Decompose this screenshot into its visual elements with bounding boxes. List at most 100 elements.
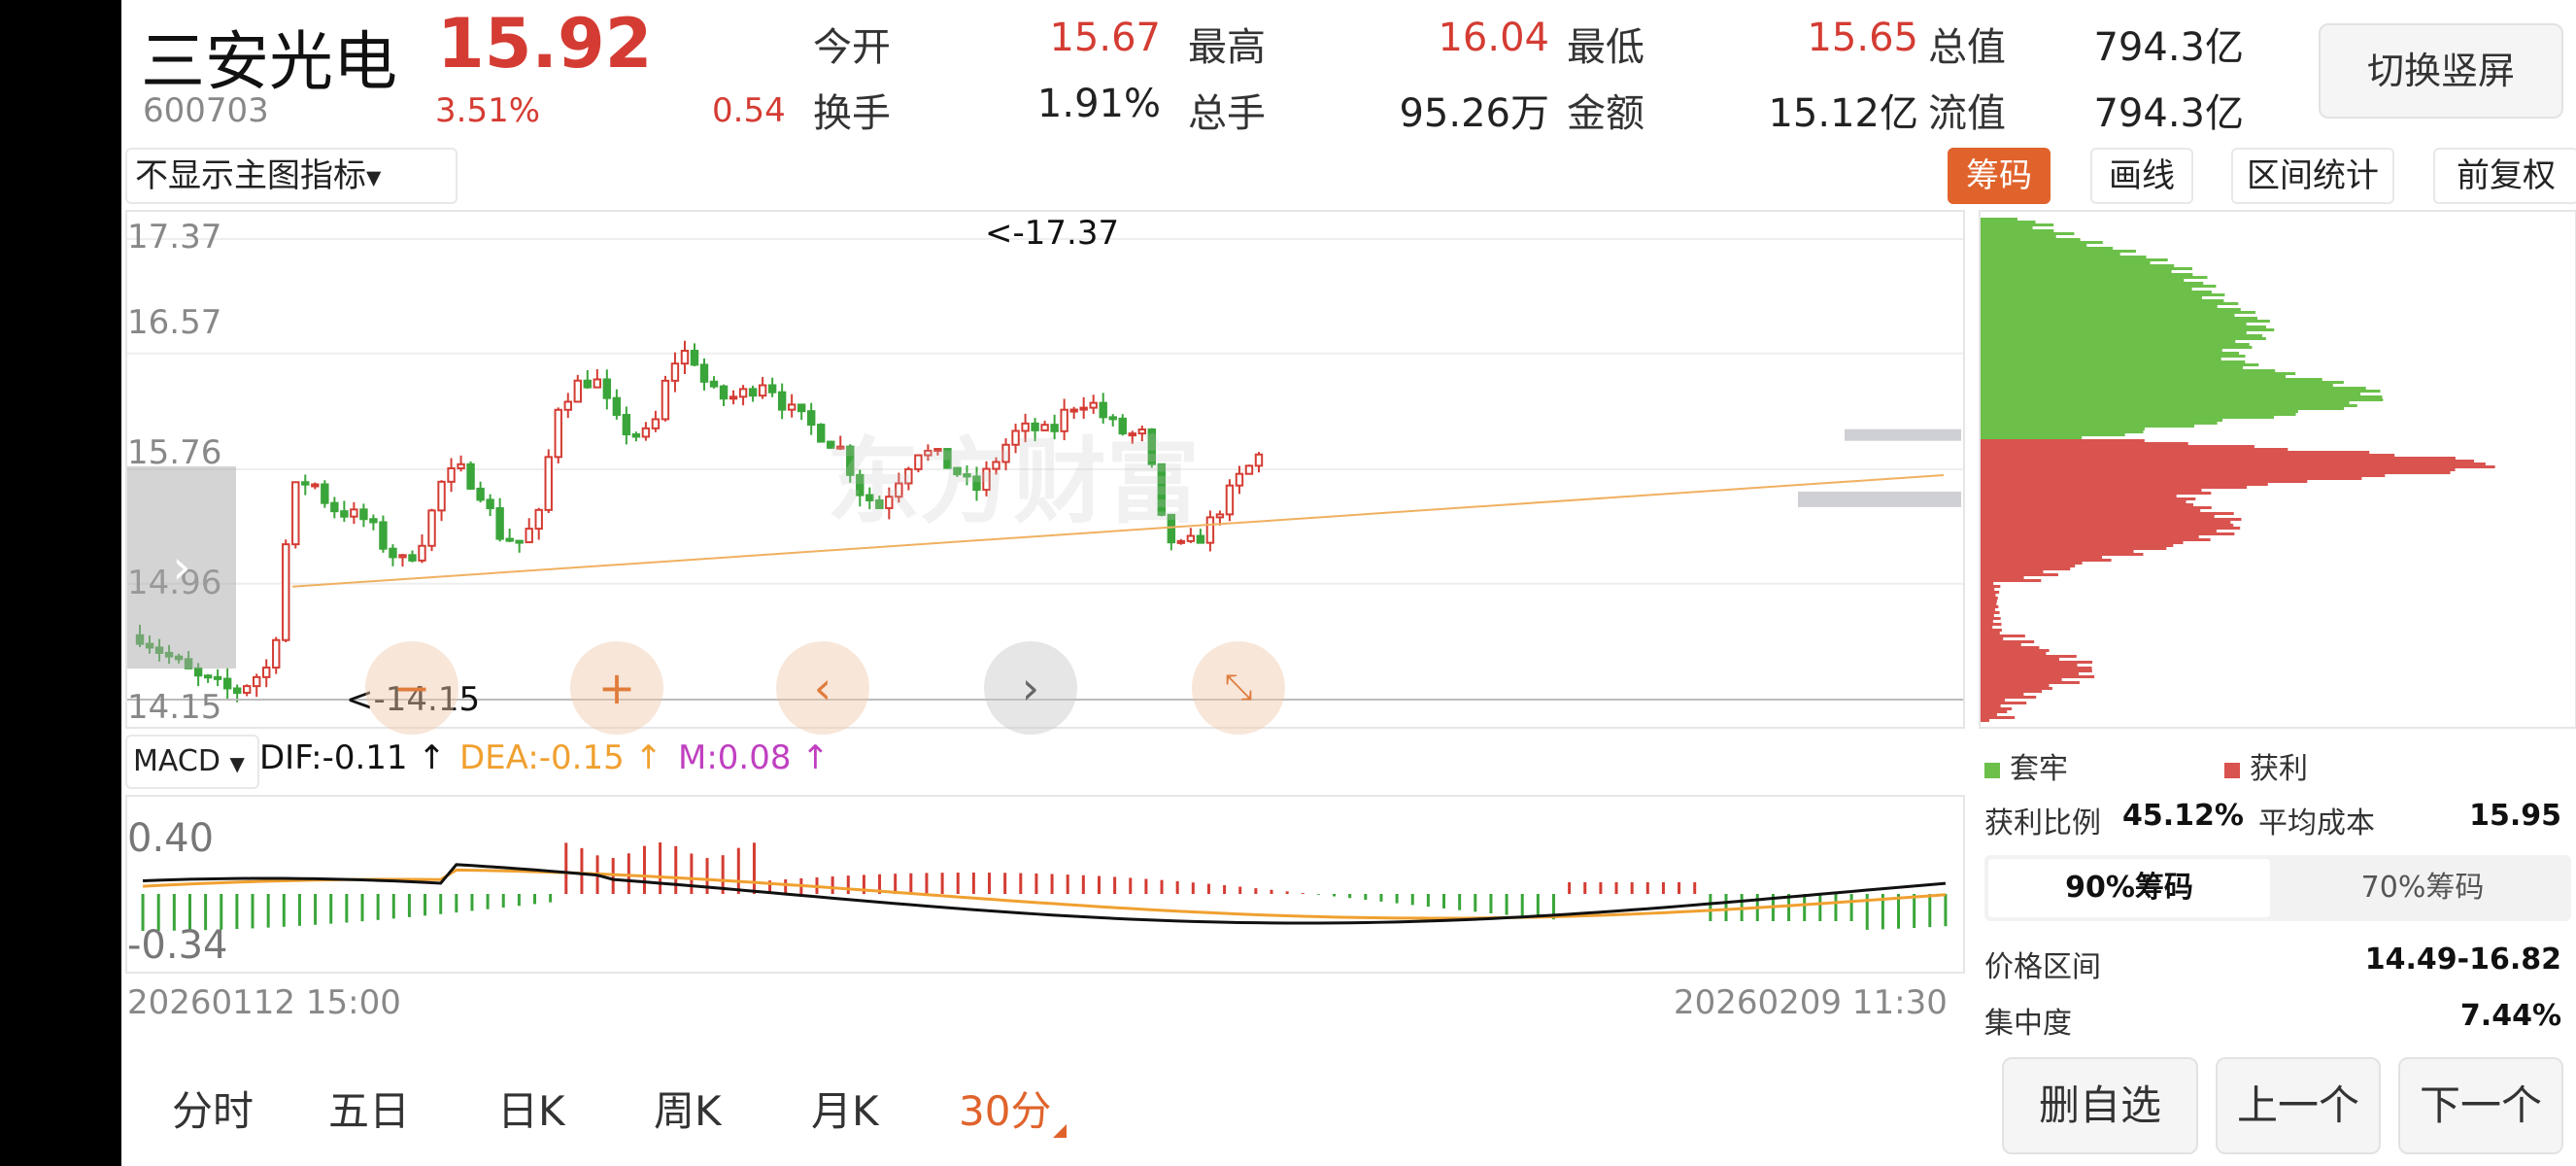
sub-indicator-label: MACD (133, 744, 220, 778)
candle-body (379, 521, 388, 550)
chip-bar-trapped (1981, 343, 2250, 346)
chip-bar-trapped (1981, 226, 2033, 229)
chip-bar-profit (1981, 696, 2037, 699)
shrink-icon: ⤡ (1224, 668, 1253, 707)
chip-bar-profit (1981, 454, 2395, 457)
candle-body (573, 379, 582, 403)
change-percent: 3.51% (435, 91, 541, 130)
next-stock-button[interactable]: 下一个 (2398, 1057, 2563, 1154)
candle-body (505, 537, 514, 542)
price-range-label: 价格区间 (1984, 950, 2101, 984)
chip-bar-profit (1981, 652, 2047, 655)
zoom-out-button[interactable]: − (365, 641, 458, 735)
chip-bar-profit (1981, 538, 2211, 541)
switch-portrait-button[interactable]: 切换竖屏 (2319, 23, 2563, 119)
chip-bar-profit (1981, 576, 2024, 579)
chip-bar-profit (1981, 623, 2002, 626)
candle-body (457, 463, 465, 469)
chip-bar-profit (1981, 515, 2215, 518)
chip-bar-trapped (1981, 369, 2276, 372)
chip-bar-profit (1981, 611, 2000, 614)
chip-bar-profit (1981, 687, 2052, 690)
stat-float-cap-label: 流值 (1928, 91, 2006, 136)
chip-bar-profit (1981, 489, 2202, 492)
chip-bar-trapped (1981, 387, 2366, 390)
chip-bar-trapped (1981, 291, 2212, 293)
tab-30min[interactable]: 30分 (959, 1079, 1068, 1138)
tab-daily-k[interactable]: 日K (497, 1079, 565, 1138)
candlestick-chart[interactable]: 东方财富 17.37 16.57 15.76 14.96 14.15 <-17.… (125, 210, 1965, 735)
chip-bar-profit (1981, 439, 2145, 442)
chip-bar-trapped (1981, 381, 2344, 384)
previous-stock-button[interactable]: 上一个 (2216, 1057, 2381, 1154)
chip-bar-trapped (1981, 229, 2054, 232)
chip-bar-trapped (1981, 311, 2255, 314)
macd-m-value: M:0.08 ↑ (678, 738, 830, 777)
chip-bar-trapped (1981, 235, 2056, 238)
chip-bar-profit (1981, 716, 2016, 719)
chip-bar-profit (1981, 605, 1999, 608)
candle-body (213, 675, 222, 680)
date-start: 20260112 15:00 (127, 983, 401, 1022)
candle-body (583, 379, 593, 389)
chip-bar-profit (1981, 600, 1997, 602)
chip-bar-profit (1981, 643, 2021, 646)
range-stats-button[interactable]: 区间统计 (2231, 148, 2394, 204)
tab-70-chips[interactable]: 70%筹码 (2282, 859, 2563, 917)
candle-body (563, 400, 572, 411)
chip-bar-profit (1981, 672, 2079, 675)
chip-bar-profit (1981, 559, 2112, 562)
main-indicator-select[interactable]: 不显示主图指标▼ (125, 148, 458, 204)
candle-body (447, 466, 456, 483)
avg-cost-label: 平均成本 (2258, 806, 2375, 840)
tab-five-day[interactable]: 五日 (328, 1079, 410, 1138)
concentration-label: 集中度 (1984, 1007, 2072, 1041)
corner-arrow-icon (1053, 1124, 1068, 1138)
avg-cost-value: 15.95 (2469, 799, 2561, 833)
chip-bar-trapped (1981, 247, 2114, 250)
chip-bar-profit (1981, 664, 2078, 667)
tab-monthly-k[interactable]: 月K (811, 1079, 879, 1138)
chips-toggle[interactable]: 筹码 (1948, 148, 2051, 204)
chip-bar-trapped (1981, 264, 2175, 267)
remove-watchlist-button[interactable]: 删自选 (2002, 1057, 2198, 1154)
chip-bar-profit (1981, 518, 2242, 521)
chip-bar-trapped (1981, 355, 2246, 358)
scroll-left-button[interactable]: ‹ (776, 641, 869, 735)
candle-body (311, 483, 320, 488)
chip-bar-trapped (1981, 250, 2136, 253)
chip-bar-trapped (1981, 428, 2145, 430)
scroll-right-button[interactable]: › (984, 641, 1077, 735)
tab-weekly-k[interactable]: 周K (654, 1079, 722, 1138)
candle-body (466, 463, 475, 490)
sub-indicator-select[interactable]: MACD ▼ (125, 735, 259, 789)
chip-bar-trapped (1981, 419, 2223, 422)
stat-turnover-value: 1.91% (1036, 82, 1161, 126)
chip-bar-profit (1981, 480, 2308, 483)
candle-body (661, 379, 670, 421)
chip-bar-profit (1981, 608, 1996, 611)
chip-bar-profit (1981, 442, 2188, 445)
candle-body (495, 507, 504, 540)
zoom-in-button[interactable]: + (570, 641, 663, 735)
draw-line-button[interactable]: 画线 (2090, 148, 2193, 204)
chip-bar-trapped (1981, 279, 2185, 282)
chip-bar-profit (1981, 646, 2040, 649)
collapse-button[interactable]: ⤡ (1192, 641, 1285, 735)
chip-bar-profit (1981, 483, 2268, 486)
chip-bar-trapped (1981, 314, 2235, 317)
chip-bar-profit (1981, 669, 2092, 672)
candle-body (232, 687, 242, 694)
adjust-button[interactable]: 前复权 (2433, 148, 2576, 204)
candle-body (301, 481, 310, 486)
chip-bar-trapped (1981, 393, 2361, 395)
stat-volume-value: 95.26万 (1399, 91, 1549, 136)
tab-90-chips[interactable]: 90%筹码 (1988, 859, 2270, 917)
chip-bar-profit (1981, 591, 2000, 594)
chip-bar-profit (1981, 495, 2177, 497)
candle-body (525, 528, 533, 544)
side-expand-handle[interactable]: › (127, 466, 236, 669)
chip-bar-profit (1981, 565, 2076, 567)
tab-intraday[interactable]: 分时 (172, 1079, 254, 1138)
chip-bar-trapped (1981, 285, 2217, 288)
